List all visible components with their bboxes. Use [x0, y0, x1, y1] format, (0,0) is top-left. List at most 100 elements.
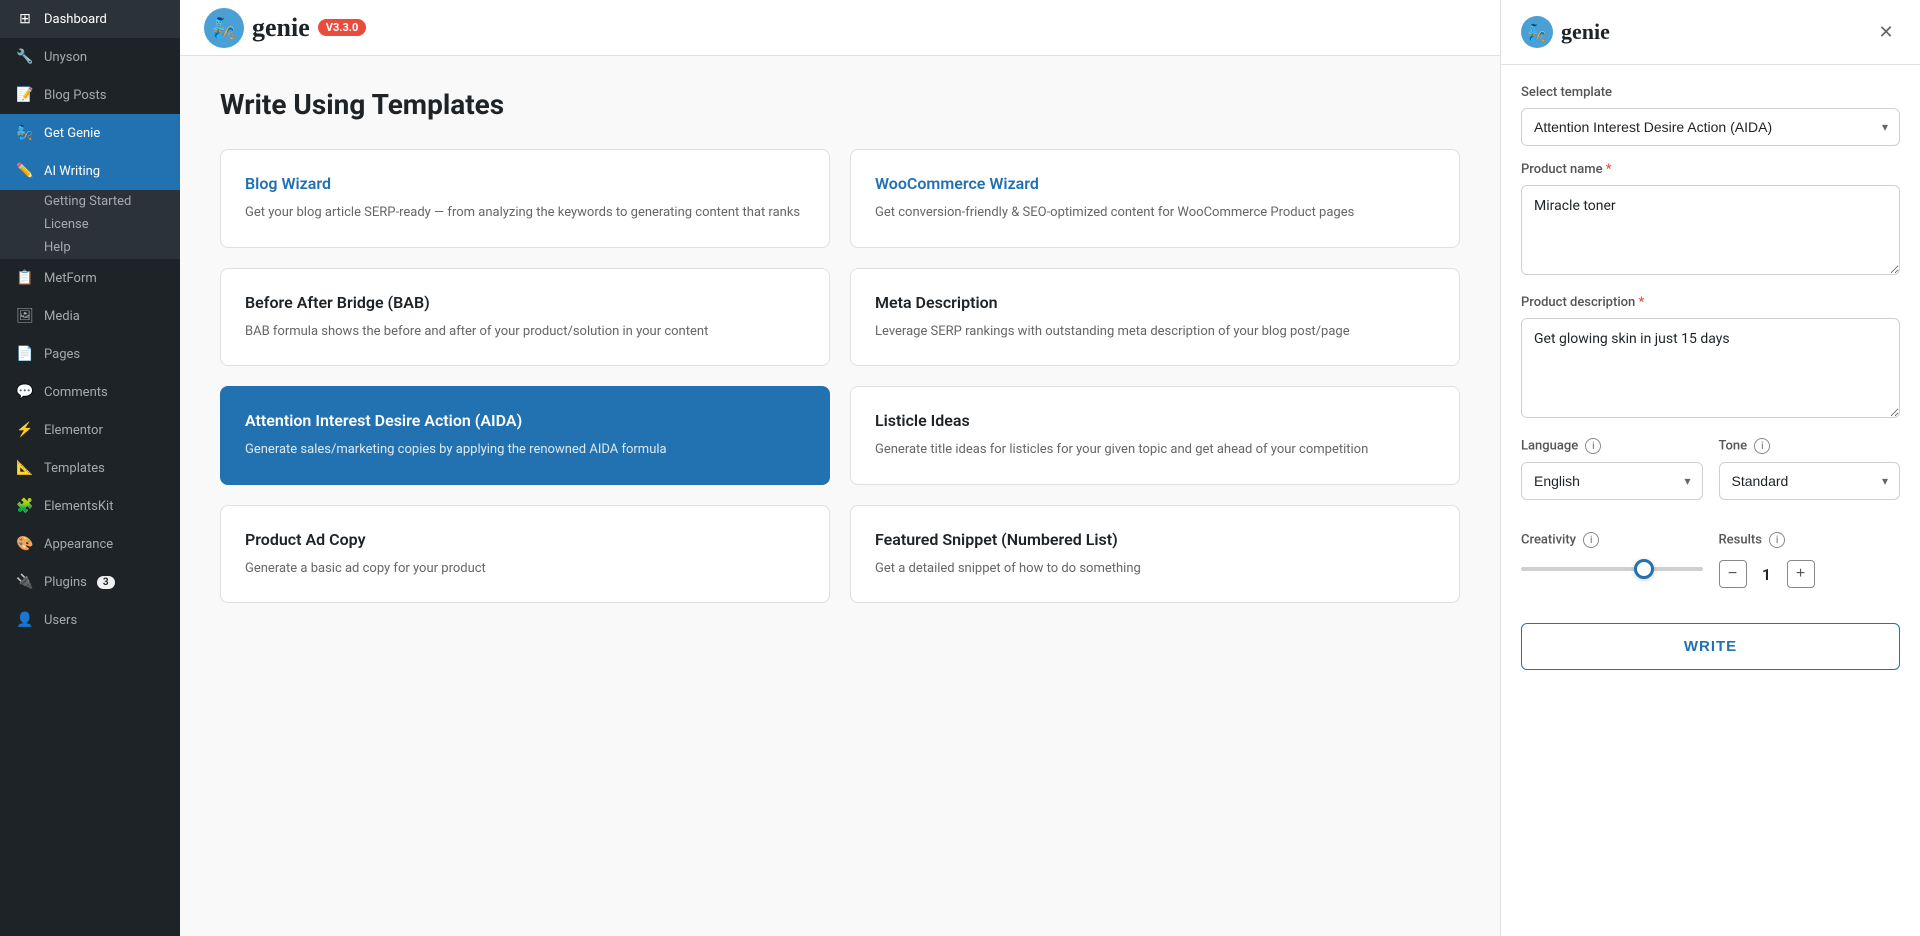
creativity-label: Creativity i: [1521, 532, 1599, 548]
sidebar-item-unyson[interactable]: 🔧 Unyson: [0, 38, 180, 76]
sidebar-item-metform[interactable]: 📋 MetForm: [0, 259, 180, 297]
template-card-title: Blog Wizard: [245, 174, 805, 193]
sidebar-item-elementor[interactable]: ⚡ Elementor: [0, 411, 180, 449]
template-card-desc: BAB formula shows the before and after o…: [245, 322, 805, 342]
templates-grid: Blog Wizard Get your blog article SERP-r…: [220, 149, 1460, 603]
sidebar-item-users[interactable]: 👤 Users: [0, 601, 180, 639]
metform-icon: 📋: [16, 269, 34, 287]
elementskit-icon: 🧩: [16, 497, 34, 515]
results-decrement-button[interactable]: −: [1719, 560, 1747, 588]
template-card-title: Featured Snippet (Numbered List): [875, 530, 1435, 549]
template-card-listicle-ideas[interactable]: Listicle Ideas Generate title ideas for …: [850, 386, 1460, 485]
select-template-label: Select template: [1521, 85, 1900, 100]
sidebar-item-media[interactable]: 🖼 Media: [0, 297, 180, 335]
right-panel: 🧞 genie ✕ Select template Attention Inte…: [1500, 0, 1920, 936]
template-card-meta-description[interactable]: Meta Description Leverage SERP rankings …: [850, 268, 1460, 367]
creativity-slider[interactable]: [1521, 567, 1703, 571]
sidebar-item-templates[interactable]: 📐 Templates: [0, 449, 180, 487]
tone-field-group: Tone i StandardFormalCasualHumorousSerio…: [1719, 438, 1901, 516]
template-card-title: Attention Interest Desire Action (AIDA): [245, 411, 805, 430]
template-card-woocommerce-wizard[interactable]: WooCommerce Wizard Get conversion-friend…: [850, 149, 1460, 248]
plugins-icon: 🔌: [16, 573, 34, 591]
creativity-info-icon: i: [1583, 532, 1599, 548]
product-description-label: Product description *: [1521, 295, 1900, 310]
template-card-desc: Generate title ideas for listicles for y…: [875, 440, 1435, 460]
language-label: Language i: [1521, 438, 1703, 454]
template-card-product-ad-copy[interactable]: Product Ad Copy Generate a basic ad copy…: [220, 505, 830, 604]
ai-writing-icon: ✏️: [16, 162, 34, 180]
appearance-icon: 🎨: [16, 535, 34, 553]
template-card-desc: Get conversion-friendly & SEO-optimized …: [875, 203, 1435, 223]
main-content: Write Using Templates Blog Wizard Get yo…: [180, 56, 1500, 936]
language-tone-row: Language i EnglishSpanishFrenchGermanPor…: [1521, 438, 1900, 516]
unyson-icon: 🔧: [16, 48, 34, 66]
sidebar-item-help[interactable]: Help: [0, 236, 180, 259]
right-panel-header: 🧞 genie ✕: [1501, 0, 1920, 65]
template-card-featured-snippet[interactable]: Featured Snippet (Numbered List) Get a d…: [850, 505, 1460, 604]
elementor-icon: ⚡: [16, 421, 34, 439]
template-card-title: Listicle Ideas: [875, 411, 1435, 430]
topbar: 🧞 genie V3.3.0: [180, 0, 1500, 56]
tone-info-icon: i: [1754, 438, 1770, 454]
language-field-group: Language i EnglishSpanishFrenchGermanPor…: [1521, 438, 1703, 516]
sidebar-item-get-genie[interactable]: 🧞 Get Genie: [0, 114, 180, 152]
pages-icon: 📄: [16, 345, 34, 363]
comments-icon: 💬: [16, 383, 34, 401]
version-badge: V3.3.0: [318, 19, 367, 36]
results-section: Results i − 1 +: [1719, 532, 1901, 599]
results-increment-button[interactable]: +: [1787, 560, 1815, 588]
template-card-aida[interactable]: Attention Interest Desire Action (AIDA) …: [220, 386, 830, 485]
product-name-label: Product name *: [1521, 162, 1900, 177]
results-info-icon: i: [1769, 532, 1785, 548]
sidebar-item-license[interactable]: License: [0, 213, 180, 236]
creativity-label-row: Creativity i: [1521, 532, 1703, 548]
template-card-bab[interactable]: Before After Bridge (BAB) BAB formula sh…: [220, 268, 830, 367]
template-card-blog-wizard[interactable]: Blog Wizard Get your blog article SERP-r…: [220, 149, 830, 248]
sidebar-item-plugins[interactable]: 🔌 Plugins 3: [0, 563, 180, 601]
sidebar-item-elementskit[interactable]: 🧩 ElementsKit: [0, 487, 180, 525]
results-counter: − 1 +: [1719, 560, 1901, 588]
logo-text: genie: [252, 13, 310, 43]
sidebar-item-pages[interactable]: 📄 Pages: [0, 335, 180, 373]
language-select-wrapper: EnglishSpanishFrenchGermanPortuguese ▾: [1521, 462, 1703, 500]
sidebar-item-ai-writing[interactable]: ✏️ AI Writing: [0, 152, 180, 190]
template-card-desc: Get a detailed snippet of how to do some…: [875, 559, 1435, 579]
product-name-input[interactable]: [1521, 185, 1900, 275]
template-card-desc: Leverage SERP rankings with outstanding …: [875, 322, 1435, 342]
sidebar-item-comments[interactable]: 💬 Comments: [0, 373, 180, 411]
panel-logo-text: genie: [1561, 19, 1610, 45]
users-icon: 👤: [16, 611, 34, 629]
template-card-desc: Generate a basic ad copy for your produc…: [245, 559, 805, 579]
templates-icon: 📐: [16, 459, 34, 477]
template-card-title: WooCommerce Wizard: [875, 174, 1435, 193]
panel-logo-icon: 🧞: [1521, 16, 1553, 48]
sidebar-item-appearance[interactable]: 🎨 Appearance: [0, 525, 180, 563]
language-dropdown[interactable]: EnglishSpanishFrenchGermanPortuguese: [1521, 462, 1703, 500]
sidebar-item-dashboard[interactable]: ⊞ Dashboard: [0, 0, 180, 38]
results-label: Results i: [1719, 532, 1786, 548]
select-template-dropdown[interactable]: Attention Interest Desire Action (AIDA)B…: [1521, 108, 1900, 146]
select-template-wrapper: Attention Interest Desire Action (AIDA)B…: [1521, 108, 1900, 146]
template-card-title: Product Ad Copy: [245, 530, 805, 549]
close-button[interactable]: ✕: [1872, 18, 1900, 46]
right-panel-logo: 🧞 genie: [1521, 16, 1610, 48]
write-button[interactable]: WRITE: [1521, 623, 1900, 670]
dashboard-icon: ⊞: [16, 10, 34, 28]
logo-icon: 🧞: [204, 8, 244, 48]
topbar-logo: 🧞 genie V3.3.0: [204, 8, 366, 48]
template-card-title: Meta Description: [875, 293, 1435, 312]
product-description-input[interactable]: [1521, 318, 1900, 418]
sidebar-item-blog-posts[interactable]: 📝 Blog Posts: [0, 76, 180, 114]
tone-dropdown[interactable]: StandardFormalCasualHumorousSerious: [1719, 462, 1901, 500]
tone-select-wrapper: StandardFormalCasualHumorousSerious ▾: [1719, 462, 1901, 500]
right-panel-body: Select template Attention Interest Desir…: [1501, 65, 1920, 936]
sidebar-item-getting-started[interactable]: Getting Started: [0, 190, 180, 213]
template-card-desc: Generate sales/marketing copies by apply…: [245, 440, 805, 460]
media-icon: 🖼: [16, 307, 34, 325]
page-title: Write Using Templates: [220, 88, 1460, 121]
results-value: 1: [1755, 565, 1779, 584]
template-card-title: Before After Bridge (BAB): [245, 293, 805, 312]
sidebar: ⊞ Dashboard 🔧 Unyson 📝 Blog Posts 🧞 Get …: [0, 0, 180, 936]
blog-posts-icon: 📝: [16, 86, 34, 104]
get-genie-icon: 🧞: [16, 124, 34, 142]
